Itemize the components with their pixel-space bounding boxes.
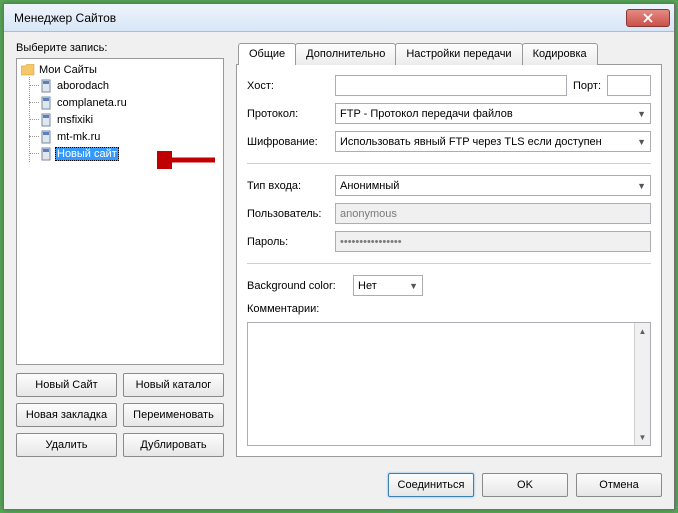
host-input[interactable] xyxy=(335,75,567,96)
tabs: Общие Дополнительно Настройки передачи К… xyxy=(238,42,662,64)
divider xyxy=(247,163,651,164)
left-pane: Выберите запись: Мои Сайты aborodach com… xyxy=(16,42,224,457)
server-icon xyxy=(41,79,51,93)
host-label: Хост: xyxy=(247,80,329,92)
tree-item-label: Новый сайт xyxy=(55,147,119,161)
cancel-button[interactable]: Отмена xyxy=(576,473,662,497)
encryption-label: Шифрование: xyxy=(247,136,329,148)
chevron-down-icon: ▼ xyxy=(637,181,646,191)
protocol-label: Протокол: xyxy=(247,108,329,120)
port-input[interactable] xyxy=(607,75,651,96)
user-label: Пользователь: xyxy=(247,208,329,220)
divider xyxy=(247,263,651,264)
user-input xyxy=(335,203,651,224)
protocol-select[interactable]: FTP - Протокол передачи файлов ▼ xyxy=(335,103,651,124)
tree-item-label: complaneta.ru xyxy=(55,97,129,109)
tab-general[interactable]: Общие xyxy=(238,43,296,65)
server-icon xyxy=(41,147,51,161)
connect-button[interactable]: Соединиться xyxy=(388,473,474,497)
tree-buttons: Новый Сайт Новый каталог Новая закладка … xyxy=(16,373,224,457)
server-icon xyxy=(41,130,51,144)
tree-item[interactable]: aborodach xyxy=(29,77,219,94)
comments-textarea[interactable]: ▲ ▼ xyxy=(247,322,651,446)
titlebar[interactable]: Менеджер Сайтов xyxy=(4,4,674,32)
tree-item-label: mt-mk.ru xyxy=(55,131,102,143)
ok-button[interactable]: OK xyxy=(482,473,568,497)
close-button[interactable] xyxy=(626,9,670,27)
bgcolor-label: Background color: xyxy=(247,280,347,292)
tree-item[interactable]: mt-mk.ru xyxy=(29,128,219,145)
site-tree[interactable]: Мои Сайты aborodach complaneta.ru msfixi… xyxy=(16,58,224,365)
bgcolor-value: Нет xyxy=(358,280,377,292)
tab-advanced[interactable]: Дополнительно xyxy=(295,43,396,65)
new-folder-button[interactable]: Новый каталог xyxy=(123,373,224,397)
delete-button[interactable]: Удалить xyxy=(16,433,117,457)
new-site-button[interactable]: Новый Сайт xyxy=(16,373,117,397)
folder-icon xyxy=(21,64,35,76)
server-icon xyxy=(41,113,51,127)
scrollbar[interactable]: ▲ ▼ xyxy=(634,323,650,445)
encryption-value: Использовать явный FTP через TLS если до… xyxy=(340,136,602,148)
tree-root[interactable]: Мои Сайты xyxy=(21,63,219,77)
tree-children: aborodach complaneta.ru msfixiki mt-mk.r… xyxy=(29,77,219,162)
chevron-down-icon: ▼ xyxy=(637,137,646,147)
scroll-down-icon[interactable]: ▼ xyxy=(635,429,650,445)
server-icon xyxy=(41,96,51,110)
duplicate-button[interactable]: Дублировать xyxy=(123,433,224,457)
password-input xyxy=(335,231,651,252)
select-entry-label: Выберите запись: xyxy=(16,42,224,54)
logon-select[interactable]: Анонимный ▼ xyxy=(335,175,651,196)
rename-button[interactable]: Переименовать xyxy=(123,403,224,427)
bgcolor-select[interactable]: Нет ▼ xyxy=(353,275,423,296)
tree-item[interactable]: complaneta.ru xyxy=(29,94,219,111)
tree-item-label: msfixiki xyxy=(55,114,95,126)
new-bookmark-button[interactable]: Новая закладка xyxy=(16,403,117,427)
tree-item-label: aborodach xyxy=(55,80,111,92)
chevron-down-icon: ▼ xyxy=(637,109,646,119)
encryption-select[interactable]: Использовать явный FTP через TLS если до… xyxy=(335,131,651,152)
window-title: Менеджер Сайтов xyxy=(14,11,626,25)
site-manager-window: Менеджер Сайтов Выберите запись: Мои Сай… xyxy=(3,3,675,510)
chevron-down-icon: ▼ xyxy=(409,281,418,291)
comments-label: Комментарии: xyxy=(247,303,651,315)
tab-transfer[interactable]: Настройки передачи xyxy=(395,43,522,65)
tab-charset[interactable]: Кодировка xyxy=(522,43,598,65)
logon-value: Анонимный xyxy=(340,180,399,192)
port-label: Порт: xyxy=(573,80,601,92)
tree-root-label: Мои Сайты xyxy=(39,64,97,76)
protocol-value: FTP - Протокол передачи файлов xyxy=(340,108,513,120)
content-area: Выберите запись: Мои Сайты aborodach com… xyxy=(4,32,674,465)
scroll-up-icon[interactable]: ▲ xyxy=(635,323,650,339)
tree-item-selected[interactable]: Новый сайт xyxy=(29,145,219,162)
tab-body: Хост: Порт: Протокол: FTP - Протокол пер… xyxy=(236,64,662,457)
password-label: Пароль: xyxy=(247,236,329,248)
close-icon xyxy=(643,13,653,23)
logon-label: Тип входа: xyxy=(247,180,329,192)
tree-item[interactable]: msfixiki xyxy=(29,111,219,128)
right-pane: Общие Дополнительно Настройки передачи К… xyxy=(236,42,662,457)
footer: Соединиться OK Отмена xyxy=(4,465,674,509)
